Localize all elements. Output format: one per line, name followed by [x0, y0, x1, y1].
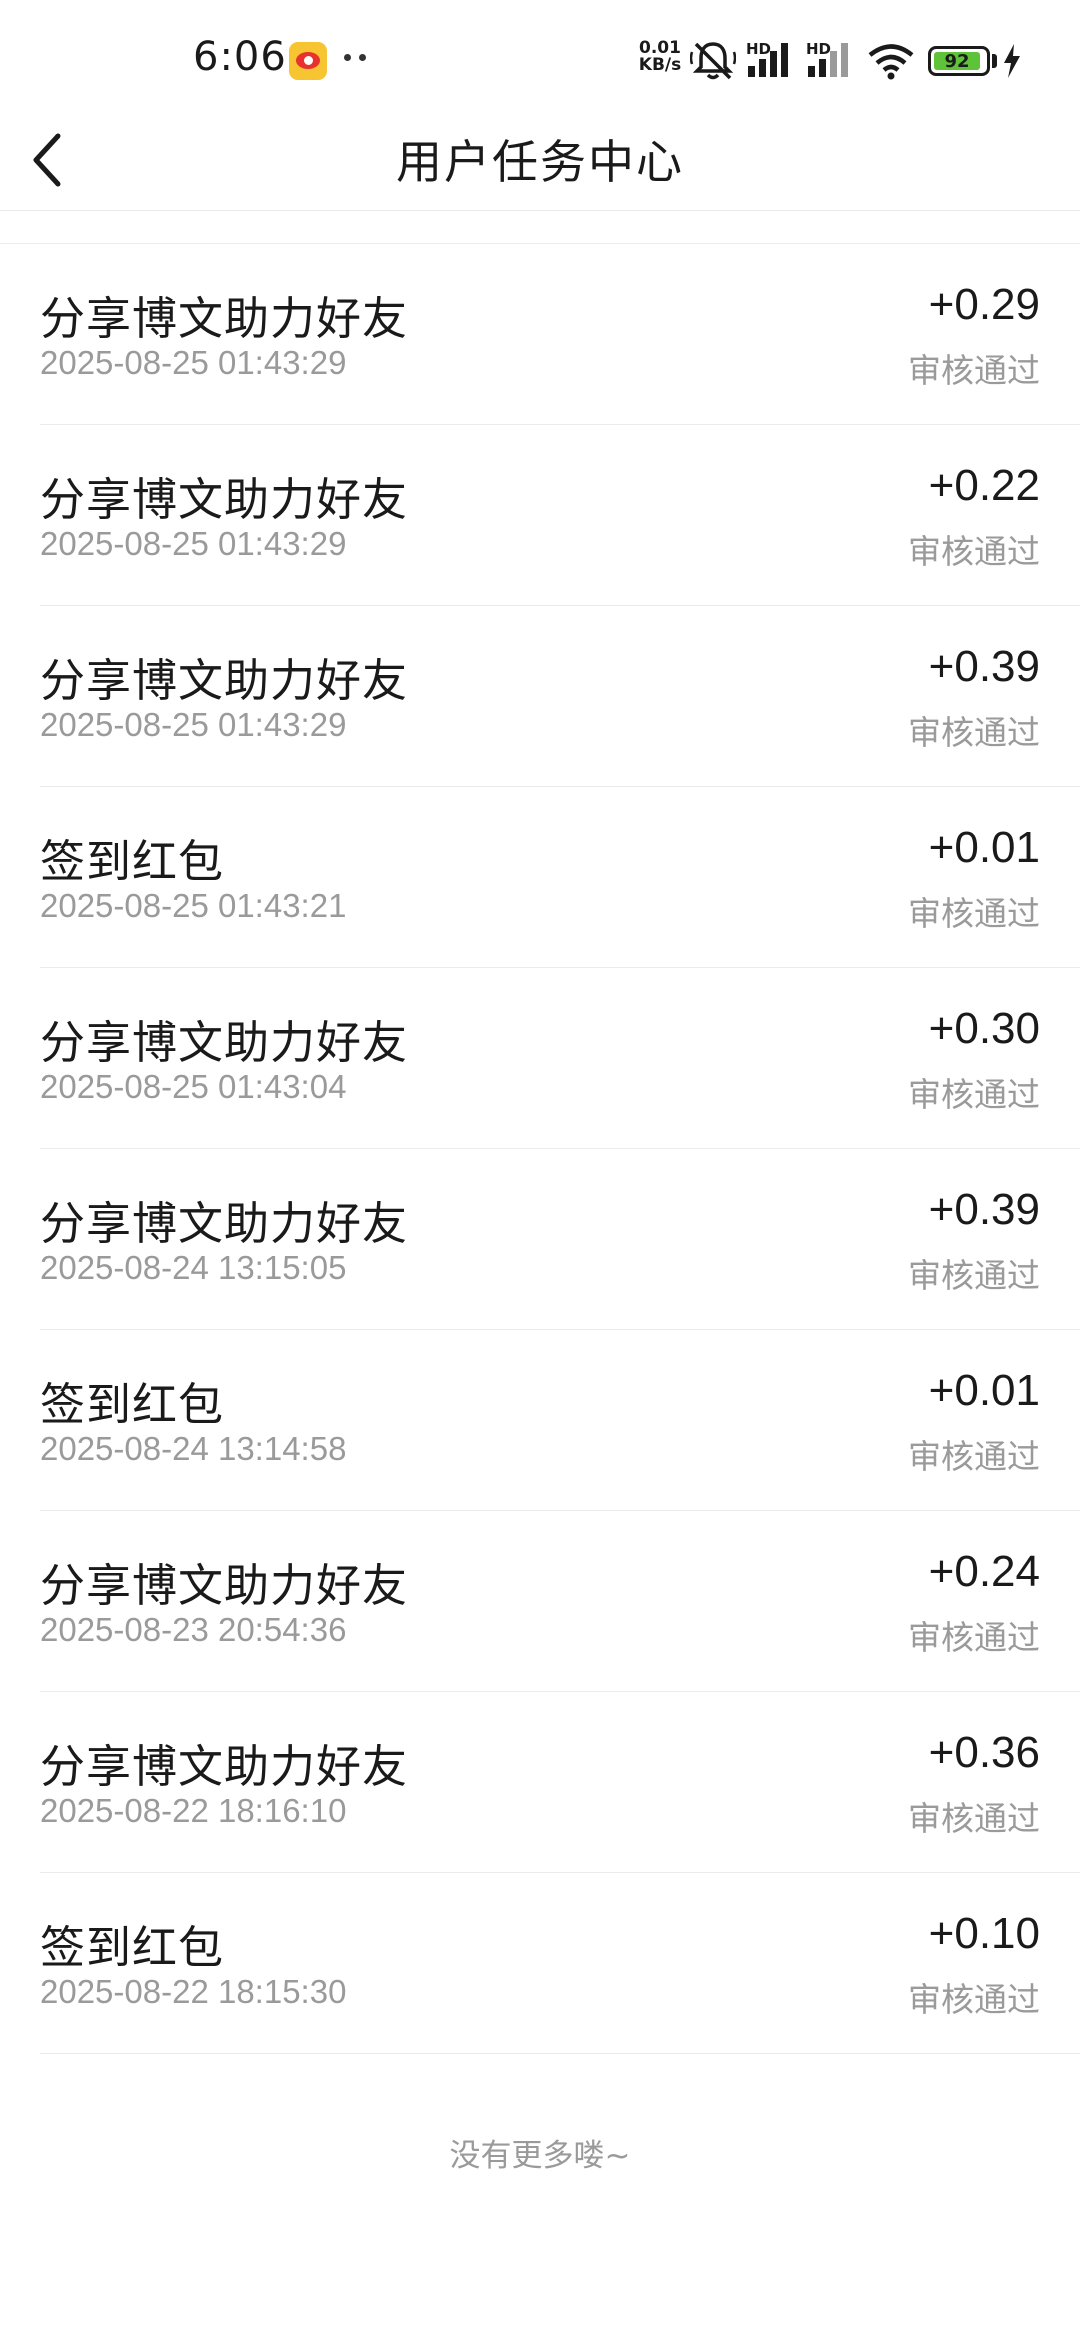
- status-time: 6:06: [193, 34, 287, 80]
- record-amount: +0.22: [928, 461, 1040, 510]
- list-item[interactable]: 分享博文助力好友 2025-08-25 01:43:04 +0.30 审核通过: [40, 968, 1080, 1149]
- list-item[interactable]: 分享博文助力好友 2025-08-25 01:43:29 +0.22 审核通过: [40, 425, 1080, 606]
- record-title: 分享博文助力好友: [40, 1197, 409, 1250]
- record-title: 分享博文助力好友: [40, 654, 409, 707]
- record-status: 审核通过: [908, 1437, 1040, 1476]
- record-time: 2025-08-24 13:14:58: [40, 1430, 347, 1467]
- record-time: 2025-08-25 01:43:04: [40, 1068, 347, 1105]
- record-time: 2025-08-25 01:43:29: [40, 525, 347, 562]
- list-item[interactable]: 分享博文助力好友 2025-08-25 01:43:29 +0.39 审核通过: [40, 606, 1080, 787]
- record-amount: +0.39: [928, 642, 1040, 691]
- wifi-icon: [868, 44, 914, 80]
- record-amount: +0.24: [928, 1547, 1040, 1596]
- mute-bell-icon: [690, 42, 736, 80]
- task-record-list: 分享博文助力好友 2025-08-25 01:43:29 +0.29 审核通过 …: [0, 243, 1080, 2054]
- record-title: 签到红包: [40, 1921, 225, 1974]
- record-amount: +0.30: [928, 1004, 1040, 1053]
- battery-level: 92: [934, 52, 980, 71]
- weibo-app-icon: [289, 42, 327, 80]
- record-title: 分享博文助力好友: [40, 292, 409, 345]
- record-status: 审核通过: [908, 1075, 1040, 1114]
- list-item[interactable]: 分享博文助力好友 2025-08-22 18:16:10 +0.36 审核通过: [40, 1692, 1080, 1873]
- list-item[interactable]: 签到红包 2025-08-24 13:14:58 +0.01 审核通过: [40, 1330, 1080, 1511]
- record-status: 审核通过: [908, 1980, 1040, 2019]
- record-time: 2025-08-23 20:54:36: [40, 1611, 347, 1648]
- record-title: 签到红包: [40, 1378, 225, 1431]
- record-title: 分享博文助力好友: [40, 1740, 409, 1793]
- signal-icon: [808, 43, 848, 77]
- record-status: 审核通过: [908, 532, 1040, 571]
- record-title: 分享博文助力好友: [40, 1016, 409, 1069]
- more-dots-icon: [344, 54, 370, 64]
- signal-icon: [748, 43, 788, 77]
- network-speed: 0.01 KB/s: [636, 40, 684, 74]
- record-time: 2025-08-22 18:16:10: [40, 1792, 347, 1829]
- list-item[interactable]: 分享博文助力好友 2025-08-23 20:54:36 +0.24 审核通过: [40, 1511, 1080, 1692]
- battery-tip: [992, 54, 997, 68]
- record-status: 审核通过: [908, 351, 1040, 390]
- record-status: 审核通过: [908, 1799, 1040, 1838]
- list-item[interactable]: 分享博文助力好友 2025-08-24 13:15:05 +0.39 审核通过: [40, 1149, 1080, 1330]
- record-status: 审核通过: [908, 1618, 1040, 1657]
- record-title: 签到红包: [40, 835, 225, 888]
- record-time: 2025-08-24 13:15:05: [40, 1249, 347, 1286]
- charging-icon: [1004, 44, 1020, 78]
- record-amount: +0.29: [928, 280, 1040, 329]
- status-bar: 6:06 0.01 KB/s HD HD 92: [0, 0, 1080, 110]
- record-status: 审核通过: [908, 1256, 1040, 1295]
- record-status: 审核通过: [908, 894, 1040, 933]
- record-amount: +0.01: [928, 1366, 1040, 1415]
- list-item[interactable]: 签到红包 2025-08-22 18:15:30 +0.10 审核通过: [40, 1873, 1080, 2054]
- battery-icon: 92: [928, 46, 990, 76]
- record-amount: +0.10: [928, 1909, 1040, 1958]
- page-title: 用户任务中心: [396, 135, 684, 189]
- record-title: 分享博文助力好友: [40, 473, 409, 526]
- list-item[interactable]: 分享博文助力好友 2025-08-25 01:43:29 +0.29 审核通过: [40, 244, 1080, 425]
- record-title: 分享博文助力好友: [40, 1559, 409, 1612]
- record-amount: +0.01: [928, 823, 1040, 872]
- no-more-text: 没有更多喽~: [449, 2138, 631, 2174]
- record-time: 2025-08-25 01:43:29: [40, 706, 347, 743]
- record-amount: +0.36: [928, 1728, 1040, 1777]
- app-header: 用户任务中心: [0, 110, 1080, 211]
- list-item[interactable]: 签到红包 2025-08-25 01:43:21 +0.01 审核通过: [40, 787, 1080, 968]
- record-time: 2025-08-25 01:43:29: [40, 344, 347, 381]
- record-amount: +0.39: [928, 1185, 1040, 1234]
- record-time: 2025-08-22 18:15:30: [40, 1973, 347, 2010]
- record-time: 2025-08-25 01:43:21: [40, 887, 347, 924]
- net-speed-unit: KB/s: [638, 55, 682, 75]
- record-status: 审核通过: [908, 713, 1040, 752]
